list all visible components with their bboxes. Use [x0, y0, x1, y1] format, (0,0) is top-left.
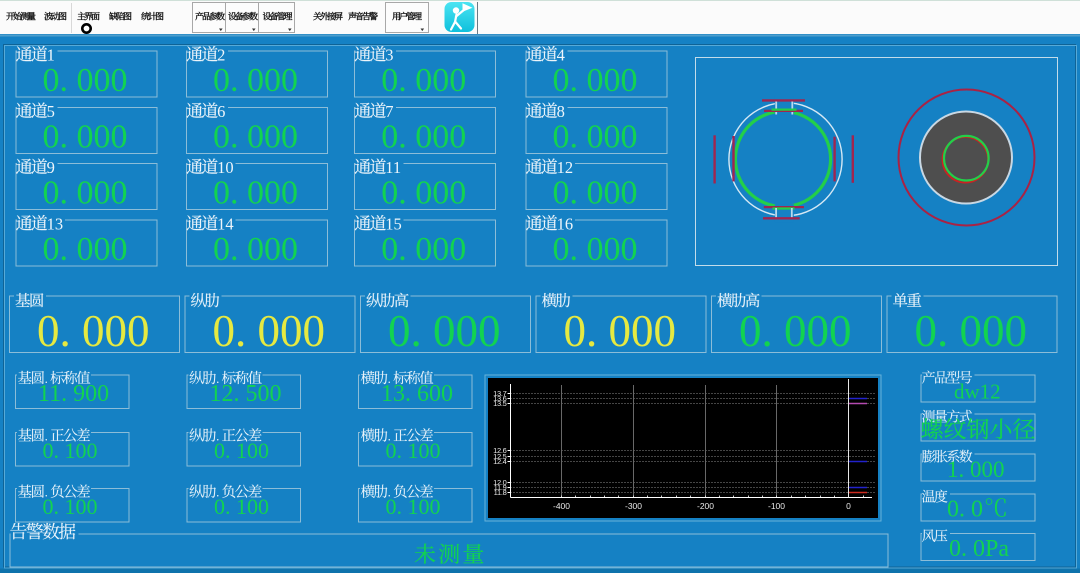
svg-text:0. 000: 0. 000	[43, 175, 128, 212]
svg-text:0. 000: 0. 000	[43, 62, 128, 99]
svg-text:0. 000: 0. 000	[37, 306, 150, 356]
svg-text:12. 500: 12. 500	[210, 381, 282, 407]
svg-text:0. 000: 0. 000	[381, 175, 466, 212]
svg-text:0. 000: 0. 000	[553, 175, 638, 212]
svg-text:-400: -400	[553, 501, 570, 511]
svg-text:0. 000: 0. 000	[213, 231, 298, 268]
svg-text:0. 000: 0. 000	[564, 306, 677, 356]
svg-text:0. 000: 0. 000	[213, 175, 298, 212]
svg-text:0. 100: 0. 100	[214, 494, 269, 519]
svg-text:0. 000: 0. 000	[553, 119, 638, 156]
svg-text:-200: -200	[697, 501, 714, 511]
svg-text:0. 100: 0. 100	[386, 438, 441, 463]
svg-text:0. 000: 0. 000	[388, 306, 501, 356]
svg-text:0. 000: 0. 000	[553, 231, 638, 268]
svg-text:0. 100: 0. 100	[43, 494, 98, 519]
svg-text:0: 0	[846, 501, 851, 511]
svg-text:13. 600: 13. 600	[381, 381, 453, 407]
svg-text:11.8: 11.8	[494, 488, 507, 497]
svg-text:0. 000: 0. 000	[43, 119, 128, 156]
svg-text:1. 000: 1. 000	[947, 457, 1005, 482]
svg-text:11. 900: 11. 900	[38, 381, 109, 407]
svg-text:0. 000: 0. 000	[381, 119, 466, 156]
svg-text:0. 000: 0. 000	[915, 306, 1028, 356]
svg-text:0. 0: 0. 0	[947, 497, 983, 523]
svg-text:0. 000: 0. 000	[381, 62, 466, 99]
svg-text:12.4: 12.4	[493, 457, 507, 466]
svg-text:0. 100: 0. 100	[43, 438, 98, 463]
svg-text:-100: -100	[768, 501, 785, 511]
svg-text:dw12: dw12	[954, 380, 1001, 404]
svg-text:0. 000: 0. 000	[739, 306, 852, 356]
svg-text:0. 100: 0. 100	[386, 494, 441, 519]
svg-text:0. 0Pa: 0. 0Pa	[949, 536, 1009, 562]
svg-text:0. 000: 0. 000	[381, 231, 466, 268]
svg-text:13.5: 13.5	[493, 399, 507, 408]
svg-text:-300: -300	[625, 501, 642, 511]
svg-text:0. 000: 0. 000	[553, 62, 638, 99]
svg-text:0. 000: 0. 000	[213, 306, 326, 356]
svg-text:0. 000: 0. 000	[43, 231, 128, 268]
svg-text:0. 100: 0. 100	[214, 438, 269, 463]
svg-text:0. 000: 0. 000	[213, 119, 298, 156]
svg-text:0. 000: 0. 000	[213, 62, 298, 99]
